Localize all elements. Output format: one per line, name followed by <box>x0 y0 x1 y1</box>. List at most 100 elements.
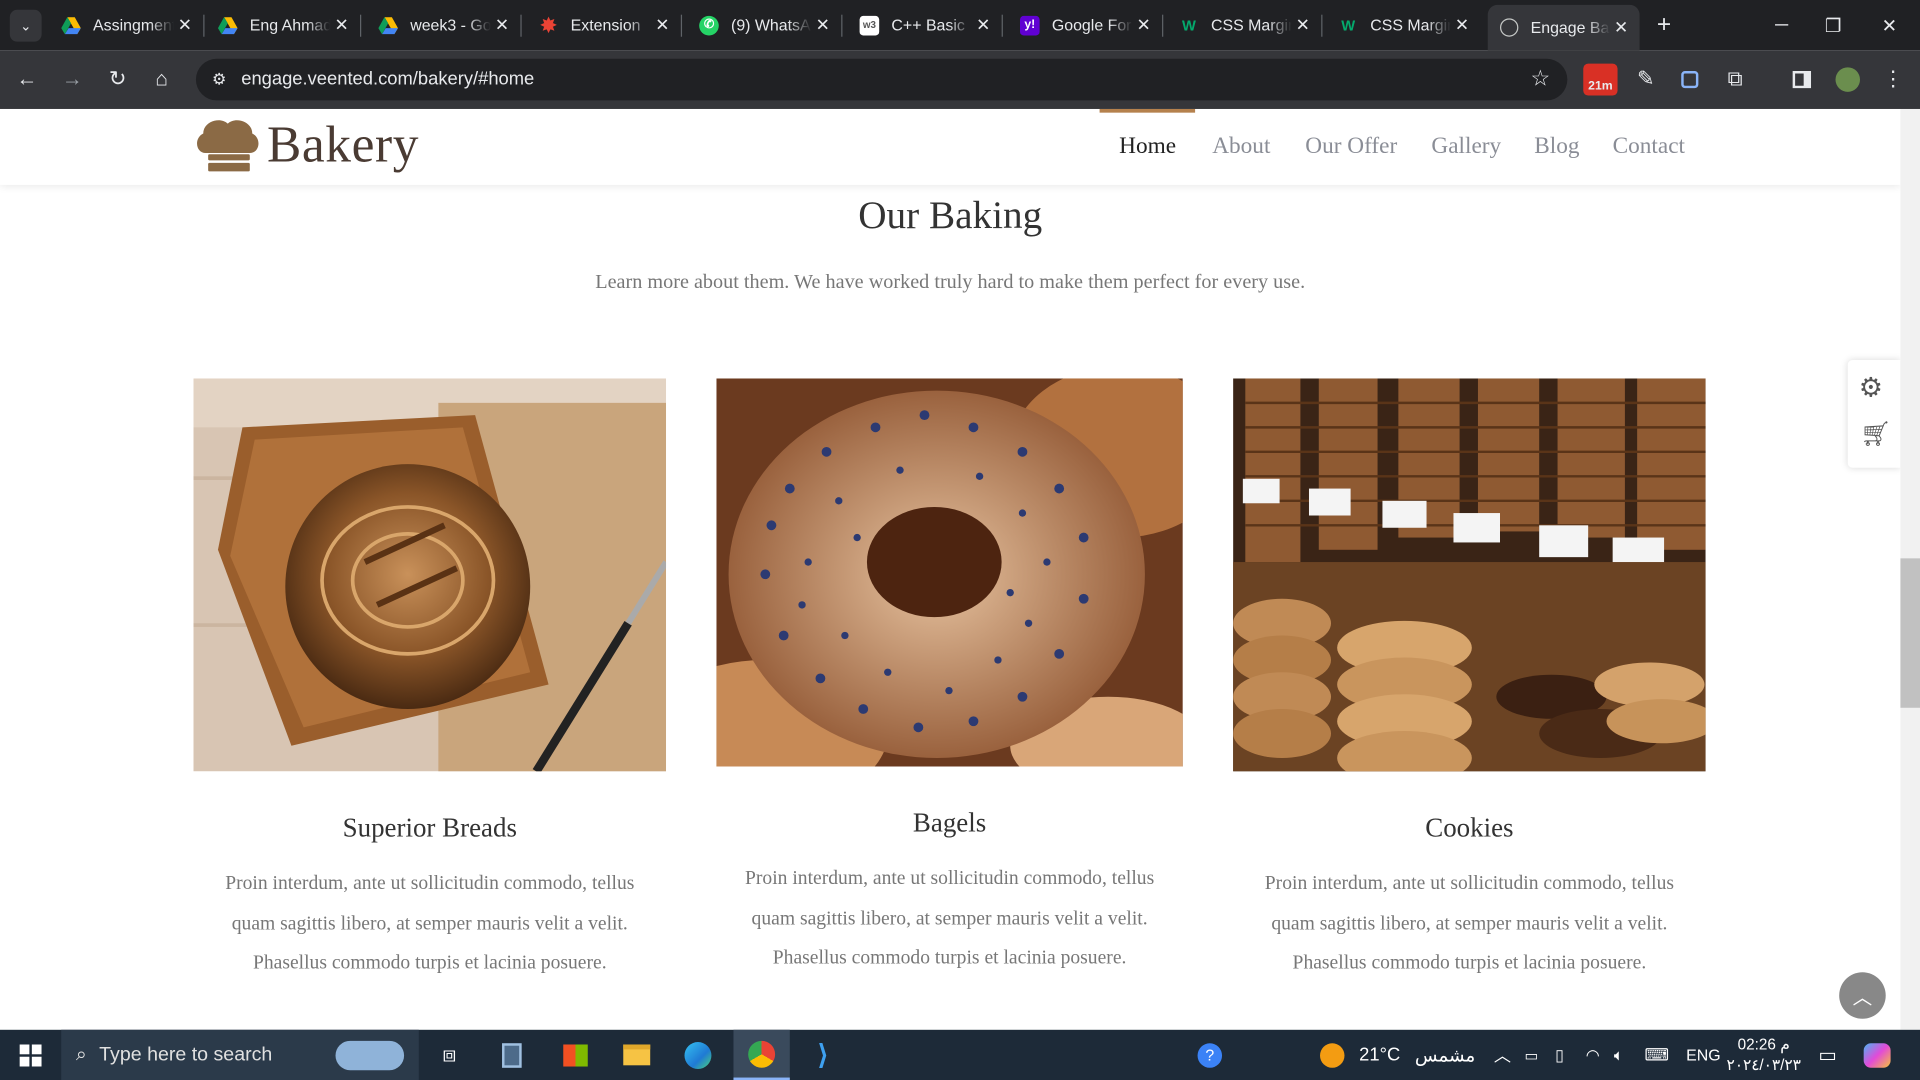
section-subtitle: Learn more about them. We have worked tr… <box>595 269 1306 293</box>
tab-css-margins-1[interactable]: W CSS Margins ✕ <box>1167 5 1323 45</box>
copilot-icon[interactable] <box>1863 1030 1891 1080</box>
card-title-bagels: Bagels <box>912 806 987 838</box>
site-logo[interactable]: Bakery <box>193 116 419 175</box>
clock[interactable]: 02:26 م ٢٠٢٤/٠٣/٢٣ <box>1727 1030 1801 1080</box>
tab-cpp-basic[interactable]: w3 C++ Basic ✕ <box>847 5 1003 45</box>
address-bar[interactable]: ⚙ engage.veented.com/bakery/#home ☆ <box>195 58 1568 101</box>
sun-icon <box>1320 1042 1345 1068</box>
weather-widget[interactable]: 21°C مشمس <box>1320 1030 1475 1080</box>
profile-avatar[interactable] <box>1833 65 1862 94</box>
w3-icon: W <box>1341 16 1356 34</box>
reload-icon[interactable]: ↻ <box>103 65 132 94</box>
back-icon[interactable]: ← <box>12 65 41 94</box>
notification-icon[interactable]: ▭ <box>1818 1030 1837 1080</box>
chrome-taskbar-icon[interactable] <box>733 1029 790 1080</box>
close-window-button[interactable]: ✕ <box>1861 0 1917 50</box>
task-view-icon[interactable]: ⧈ <box>426 1030 473 1080</box>
close-tab-icon[interactable]: ✕ <box>1610 17 1632 38</box>
browser-menu-icon[interactable]: ⋮ <box>1878 65 1907 94</box>
extension-square-icon[interactable] <box>1675 65 1704 94</box>
close-tab-icon[interactable]: ✕ <box>1292 15 1314 36</box>
site-info-icon[interactable]: ⚙ <box>208 69 230 91</box>
nav-home[interactable]: Home <box>1119 133 1176 160</box>
weather-cloud-icon <box>335 1040 405 1070</box>
tab-engage-bakery[interactable]: Engage Bakery ✕ <box>1487 4 1640 51</box>
tab-week3[interactable]: week3 - Google Drive ✕ <box>366 5 522 45</box>
browser-toolbar: ← → ↻ ⌂ ⚙ engage.veented.com/bakery/#hom… <box>0 50 1920 109</box>
bread-loaf-image <box>193 378 667 772</box>
tab-eng-ahmad[interactable]: Eng Ahmad ✕ <box>206 5 362 45</box>
globe-icon <box>1500 18 1519 37</box>
wifi-icon[interactable]: ◠ <box>1586 1030 1600 1080</box>
chevron-up-icon: ︿ <box>1852 988 1873 1009</box>
active-nav-indicator <box>1099 108 1196 113</box>
nav-our-offer[interactable]: Our Offer <box>1305 133 1397 160</box>
tab-css-margins-2[interactable]: W CSS Margins ✕ <box>1326 5 1480 45</box>
device-icon[interactable]: ▯ <box>1555 1030 1564 1080</box>
cart-icon[interactable]: 🛒︎ <box>1860 419 1891 450</box>
close-tab-icon[interactable]: ✕ <box>972 15 994 36</box>
help-icon[interactable]: ? <box>1194 1030 1226 1080</box>
extension-icon: ✸ <box>540 15 557 37</box>
restore-button[interactable]: ❐ <box>1805 0 1861 50</box>
tab-google-forms[interactable]: y! Google Forms ✕ <box>1008 5 1164 45</box>
google-drive-icon <box>378 15 398 35</box>
whatsapp-icon: ✆ <box>699 15 719 35</box>
battery-icon[interactable]: ▭ <box>1524 1030 1538 1080</box>
screen: ⌄ Assingments ✕ Eng Ahmad ✕ week3 - Goog… <box>0 0 1920 1080</box>
eyedropper-icon[interactable]: ✎ <box>1631 65 1660 94</box>
search-icon: ⌕ <box>75 1043 87 1065</box>
language-indicator[interactable]: ENG <box>1686 1030 1720 1080</box>
nav-gallery[interactable]: Gallery <box>1431 133 1501 160</box>
card-text-cookies: Proin interdum, ante ut sollicitudin com… <box>1264 873 1674 974</box>
side-panel-icon[interactable] <box>1787 65 1816 94</box>
calculator-icon[interactable] <box>487 1030 536 1080</box>
new-tab-button[interactable]: + <box>1649 10 1678 39</box>
tab-assignments[interactable]: Assingments ✕ <box>49 5 205 45</box>
close-tab-icon[interactable]: ✕ <box>651 15 673 36</box>
close-tab-icon[interactable]: ✕ <box>331 15 353 36</box>
extensions-puzzle-icon[interactable]: ⧉ <box>1720 65 1749 94</box>
chef-hat-icon <box>197 120 259 172</box>
settings-gears-icon[interactable]: ⚙ <box>1859 372 1883 404</box>
nav-blog[interactable]: Blog <box>1534 133 1579 160</box>
home-icon[interactable]: ⌂ <box>147 65 176 94</box>
close-tab-icon[interactable]: ✕ <box>1451 15 1473 36</box>
site-header: Bakery Home About Our Offer Gallery Blog… <box>0 108 1901 185</box>
volume-icon[interactable]: 🔈︎ <box>1614 1030 1624 1080</box>
nav-contact[interactable]: Contact <box>1613 133 1685 160</box>
edge-icon[interactable] <box>673 1030 722 1080</box>
section-title: Our Baking <box>858 192 1043 237</box>
url-text[interactable]: engage.veented.com/bakery/#home <box>241 69 534 90</box>
card-title-breads: Superior Breads <box>342 811 517 843</box>
extension-timer-icon[interactable]: 21m <box>1583 63 1618 96</box>
card-text-breads: Proin interdum, ante ut sollicitudin com… <box>225 873 635 974</box>
google-drive-icon <box>217 15 238 35</box>
close-tab-icon[interactable]: ✕ <box>812 15 834 36</box>
microsoft-store-icon[interactable] <box>551 1030 600 1080</box>
tray-chevron-up-icon[interactable]: ︿ <box>1494 1030 1511 1080</box>
tab-search-button[interactable]: ⌄ <box>9 9 42 42</box>
vscode-icon[interactable]: ⟩ <box>798 1030 847 1080</box>
close-tab-icon[interactable]: ✕ <box>491 15 513 36</box>
google-drive-icon <box>61 15 81 35</box>
file-explorer-icon[interactable] <box>612 1030 661 1080</box>
keyboard-icon[interactable]: ⌨ <box>1644 1030 1669 1080</box>
minimize-button[interactable]: ─ <box>1753 0 1809 50</box>
yahoo-icon: y! <box>1020 15 1040 35</box>
nav-about[interactable]: About <box>1212 133 1270 160</box>
tab-extension[interactable]: ✸ Extension ✕ <box>527 5 683 45</box>
tab-whatsapp[interactable]: ✆ (9) WhatsApp ✕ <box>687 5 843 45</box>
windows-taskbar: ⌕ Type here to search ⧈ ⟩ ? 21°C مشمس ︿ … <box>0 1029 1920 1080</box>
taskbar-search-box[interactable]: ⌕ Type here to search <box>61 1029 419 1080</box>
forward-icon[interactable]: → <box>58 65 87 94</box>
bagel-image <box>716 378 1183 767</box>
logo-text: Bakery <box>266 117 420 174</box>
close-tab-icon[interactable]: ✕ <box>1133 15 1155 36</box>
scroll-to-top-button[interactable]: ︿ <box>1839 972 1886 1019</box>
windows-start-icon[interactable] <box>7 1030 54 1080</box>
close-tab-icon[interactable]: ✕ <box>174 15 196 36</box>
floating-widget: ⚙ 🛒︎ <box>1847 360 1901 468</box>
bookmark-star-icon[interactable]: ☆ <box>1530 66 1550 92</box>
page-scrollbar-thumb[interactable] <box>1900 558 1920 708</box>
